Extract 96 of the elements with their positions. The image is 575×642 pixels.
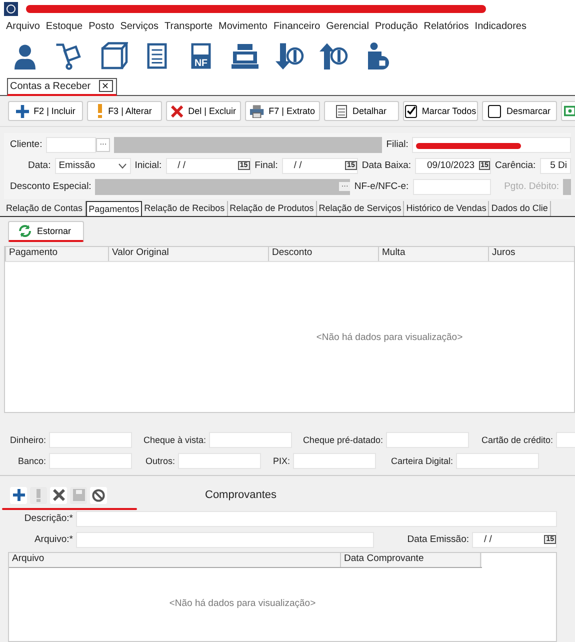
field-label: Cheque pré-datado: [302,434,383,444]
file-field[interactable] [76,532,374,548]
column-header[interactable]: Arquivo [9,553,341,567]
close-icon [171,104,184,118]
debit-field[interactable] [563,178,571,194]
document-tab-label[interactable]: Contas a Receber [10,80,91,92]
field-label: Final: [254,160,278,171]
close-icon [52,489,64,501]
tool-button[interactable] [10,486,27,504]
money-down-icon[interactable] [274,40,304,70]
reverse-button[interactable]: Estornar [8,221,84,242]
action-button[interactable]: Detalhar [324,101,399,121]
tab[interactable]: Relação de Recibos [142,201,228,216]
field-label: Data Emissão: [407,534,469,545]
amount-field[interactable] [209,432,292,448]
close-icon[interactable]: ✕ [98,80,113,92]
chevron-down-icon [118,162,127,168]
menu-item[interactable]: Produção [374,21,418,32]
checkbox[interactable] [488,104,502,118]
plus-icon [12,489,24,501]
field-label: Cliente: [10,139,42,150]
field-label: Carência: [495,160,536,171]
amount-field[interactable] [456,452,539,468]
menu-item[interactable]: Estoque [46,21,83,32]
column-header[interactable]: Juros [489,247,575,261]
date-type-dropdown[interactable]: Emissão [54,158,131,174]
column-header[interactable]: Valor Original [109,247,269,261]
money-up-icon[interactable] [318,40,348,70]
column-header[interactable]: Pagamento [6,247,109,261]
refresh-icon [18,224,32,238]
tab[interactable]: Histórico de Vendas [404,201,490,216]
amount-field[interactable] [49,432,132,448]
field-label: Data Baixa: [362,160,412,171]
field-label: Descrição:* [23,513,73,524]
amount-field[interactable] [49,452,132,468]
document-icon [336,104,348,118]
amount-field[interactable] [293,452,376,468]
action-button[interactable] [561,101,575,121]
menu-item[interactable]: Arquivo [6,21,40,32]
nfe-field[interactable] [412,178,491,194]
menu-item[interactable]: Gerencial [326,21,369,32]
exclamation-icon [36,488,41,502]
checkbox-button[interactable]: Marcar Todos [403,101,478,121]
action-button[interactable]: Del | Excluir [166,101,241,121]
field-label: Banco: [16,456,46,466]
amount-field[interactable] [178,452,261,468]
field-label: Outros: [144,456,175,466]
cancel-icon [92,488,105,502]
tab[interactable]: Relação de Serviços [316,201,404,216]
banknote-icon [564,105,575,117]
tab[interactable]: Relação de Produtos [228,201,317,216]
checkbox[interactable] [404,104,417,118]
checkbox-button[interactable]: Desmarcar [482,101,557,121]
field-label: NF-e/NFC-e: [354,181,409,192]
branch-dropdown[interactable] [412,136,571,152]
tool-button[interactable] [90,486,107,504]
menu-item[interactable]: Relatórios [424,21,469,32]
action-button[interactable]: F7 | Extrato [245,101,320,121]
field-label: PIX: [272,456,290,466]
field-label: Pgto. Débito: [504,181,559,192]
empty-message: <Não há dados para visualização> [316,332,463,342]
field-label: Desconto Especial: [10,181,92,192]
tab[interactable]: Dados do Clie [489,201,551,216]
menu-item[interactable]: Serviços [120,21,159,32]
section-title: Comprovantes [205,489,277,501]
plus-icon [16,104,29,118]
field-label: Arquivo:* [33,534,73,545]
field-label: Carteira Digital: [390,456,453,466]
field-label: Inicial: [134,160,162,171]
column-header[interactable]: Multa [379,247,489,261]
amount-field[interactable] [386,432,469,448]
save-icon [72,489,84,501]
action-button[interactable]: F2 | Incluir [8,101,83,121]
exclamation-icon [97,104,104,118]
description-field[interactable] [76,510,557,526]
menu-item[interactable]: Movimento [218,21,268,32]
action-button[interactable]: F3 | Alterar [87,101,162,121]
tab[interactable]: Pagamentos [86,201,142,216]
column-header[interactable]: Desconto [269,247,379,261]
grace-days-field[interactable]: 5 Di [540,158,571,174]
tool-button[interactable] [50,486,67,504]
menu-item[interactable]: Financeiro [273,21,320,32]
field-label: Cheque à vista: [142,434,206,444]
field-label: Data: [28,160,51,171]
field-label: Filial: [386,139,408,150]
menu-item[interactable]: Transporte [164,21,213,32]
field-label: Cartão de crédito: [480,434,553,444]
client-field[interactable] [46,136,96,152]
cart-icon[interactable] [54,40,84,70]
field-label: Dinheiro: [8,434,46,444]
empty-message: <Não há dados para visualização> [169,598,316,611]
column-header[interactable]: Data Comprovante [341,553,481,567]
printer-icon [250,104,264,118]
menu-item[interactable]: Indicadores [474,21,526,32]
menu-item[interactable]: Posto [88,21,114,32]
document-tab[interactable]: Contas a Receber ✕ [7,78,117,96]
